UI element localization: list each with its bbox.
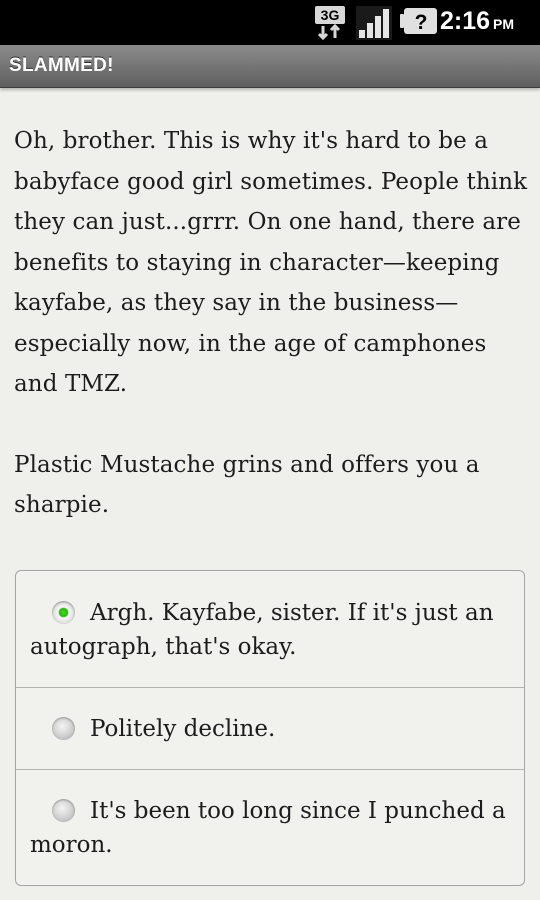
story-passage: Oh, brother. This is why it's hard to be… bbox=[14, 121, 529, 566]
battery-unknown-icon: ? bbox=[400, 8, 437, 34]
choice-item-decline[interactable]: Politely decline. bbox=[16, 687, 524, 769]
choice-label: Politely decline. bbox=[90, 716, 276, 742]
signal-strength-icon bbox=[356, 6, 392, 40]
radio-button[interactable] bbox=[52, 717, 75, 740]
choice-item-autograph[interactable]: Argh. Kayfabe, sister. If it's just an a… bbox=[16, 571, 524, 687]
radio-button[interactable] bbox=[52, 799, 75, 822]
choice-item-punch[interactable]: It's been too long since I punched a mor… bbox=[16, 769, 524, 885]
status-time: 2:16 bbox=[440, 7, 491, 35]
svg-text:?: ? bbox=[415, 11, 428, 34]
status-bar: 3G ? 2:16 PM bbox=[0, 0, 540, 45]
choice-label: Argh. Kayfabe, sister. If it's just an a… bbox=[30, 600, 494, 660]
page-title: SLAMMED! bbox=[9, 55, 114, 76]
svg-text:3G: 3G bbox=[321, 7, 340, 23]
story-paragraph: Oh, brother. This is why it's hard to be… bbox=[14, 128, 528, 397]
title-bar: SLAMMED! bbox=[0, 45, 540, 88]
network-3g-icon: 3G bbox=[315, 6, 345, 40]
choice-list: Argh. Kayfabe, sister. If it's just an a… bbox=[15, 570, 525, 886]
status-ampm: PM bbox=[493, 16, 515, 32]
choice-label: It's been too long since I punched a mor… bbox=[30, 798, 506, 858]
radio-button-selected[interactable] bbox=[52, 601, 75, 624]
story-paragraph: Plastic Mustache grins and offers you a … bbox=[14, 451, 480, 519]
status-clock: 2:16 PM bbox=[440, 6, 514, 39]
